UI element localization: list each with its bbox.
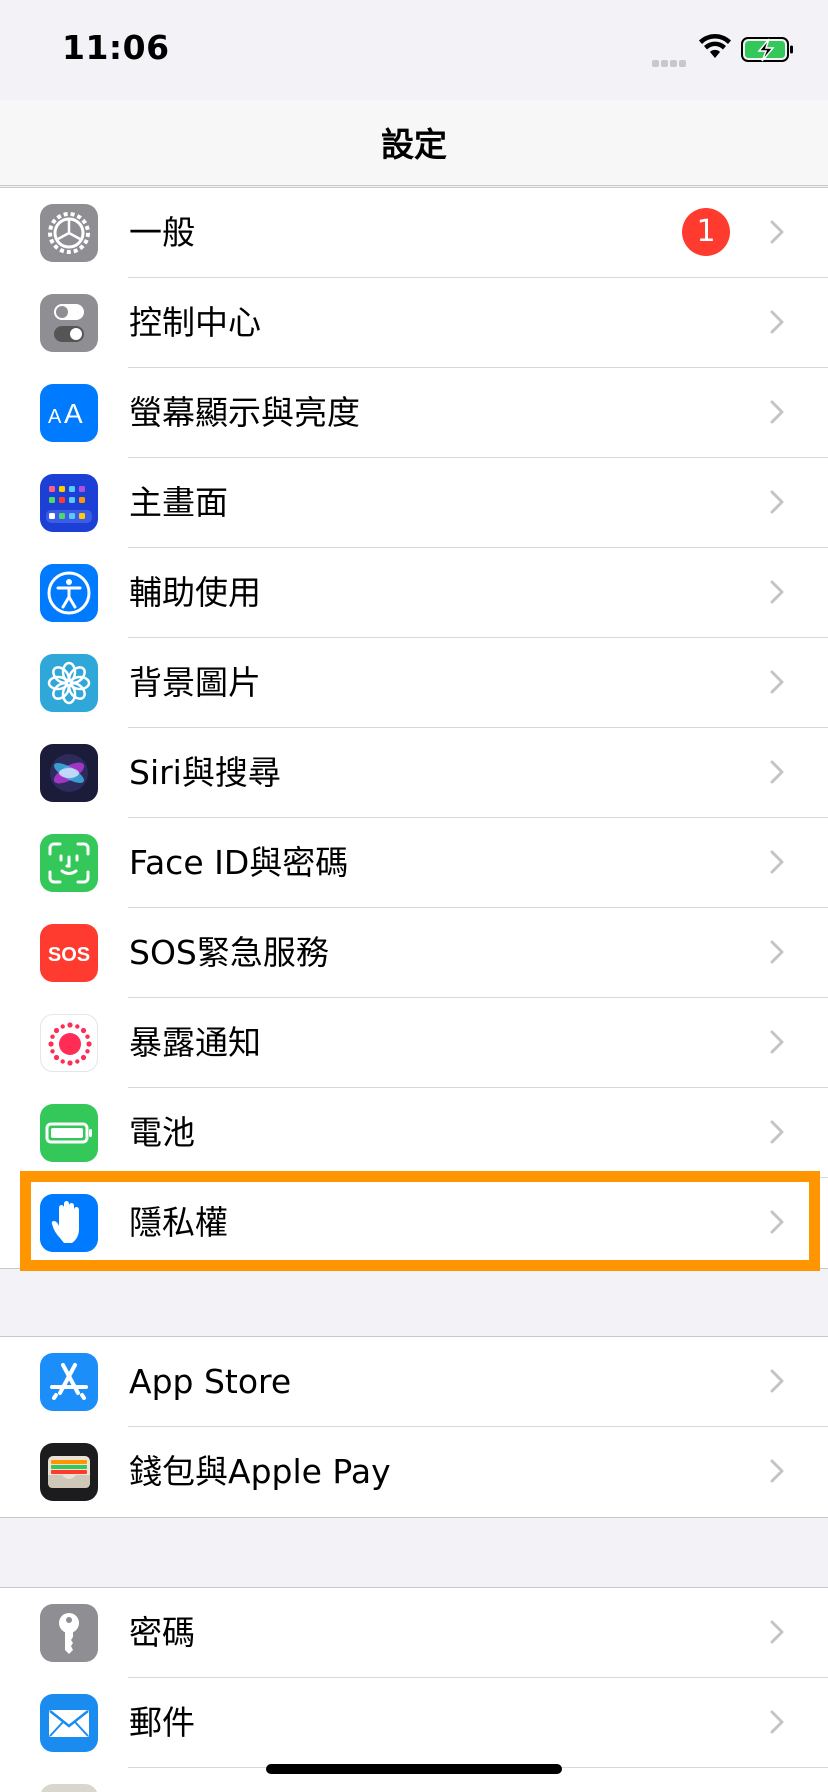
- settings-row-label: 輔助使用: [129, 573, 261, 612]
- settings-row-label: 一般: [129, 213, 195, 252]
- settings-row-label: 錢包與Apple Pay: [129, 1452, 391, 1491]
- settings-row-battery[interactable]: 電池: [0, 1088, 828, 1178]
- gear-icon: [40, 204, 98, 262]
- chevron-right-icon: [770, 578, 784, 610]
- settings-row-label: Face ID與密碼: [129, 843, 349, 882]
- toggles-icon: [40, 294, 98, 352]
- settings-row-label: 螢幕顯示與亮度: [129, 393, 360, 432]
- settings-row-wallet[interactable]: 錢包與Apple Pay: [0, 1427, 828, 1517]
- settings-row-label: 郵件: [129, 1703, 195, 1742]
- face-id-icon: [40, 834, 98, 892]
- chevron-right-icon: [770, 1618, 784, 1650]
- highlight-box: [20, 1171, 820, 1271]
- settings-row-label: 控制中心: [129, 303, 261, 342]
- settings-row-accessibility[interactable]: 輔助使用: [0, 548, 828, 638]
- chevron-right-icon: [770, 758, 784, 790]
- chevron-right-icon: [770, 1367, 784, 1399]
- settings-group-general: 一般 控制中心 A A 螢幕顯示與亮度 主畫面 輔助使用 背景圖片 Siri與搜…: [0, 187, 828, 1269]
- exposure-icon: [40, 1014, 98, 1072]
- settings-row-wallpaper[interactable]: 背景圖片: [0, 638, 828, 728]
- status-bar: 11:06: [0, 0, 828, 100]
- chevron-right-icon: [770, 308, 784, 340]
- settings-group-accounts: 密碼 郵件: [0, 1587, 828, 1792]
- settings-row-display-brightness[interactable]: A A 螢幕顯示與亮度: [0, 368, 828, 458]
- app-icon: [40, 1784, 98, 1792]
- settings-row-home-screen[interactable]: 主畫面: [0, 458, 828, 548]
- settings-row-passwords[interactable]: 密碼: [0, 1588, 828, 1678]
- settings-row-face-id-passcode[interactable]: Face ID與密碼: [0, 818, 828, 908]
- home-indicator[interactable]: [266, 1764, 562, 1774]
- settings-row-label: 暴露通知: [129, 1023, 261, 1062]
- settings-group-store: App Store 錢包與Apple Pay: [0, 1336, 828, 1518]
- status-time: 11:06: [62, 28, 170, 67]
- settings-row-label: 電池: [129, 1113, 195, 1152]
- sos-icon: SOS: [40, 924, 98, 982]
- svg-text:SOS: SOS: [48, 944, 90, 966]
- chevron-right-icon: [770, 488, 784, 520]
- accessibility-icon: [40, 564, 98, 622]
- key-icon: [40, 1604, 98, 1662]
- mail-icon: [40, 1694, 98, 1752]
- settings-row-app-store[interactable]: App Store: [0, 1337, 828, 1427]
- cellular-signal-icon: [652, 52, 690, 67]
- settings-row-control-center[interactable]: 控制中心: [0, 278, 828, 368]
- chevron-right-icon: [770, 218, 784, 250]
- settings-row-label: 背景圖片: [129, 663, 261, 702]
- chevron-right-icon: [770, 1457, 784, 1489]
- settings-row-label: 密碼: [129, 1613, 195, 1652]
- flower-icon: [40, 654, 98, 712]
- settings-row-label: Siri與搜尋: [129, 753, 281, 792]
- text-size-icon: A A: [40, 384, 98, 442]
- battery-icon: [40, 1104, 98, 1162]
- settings-row-siri-search[interactable]: Siri與搜尋: [0, 728, 828, 818]
- chevron-right-icon: [770, 1708, 784, 1740]
- chevron-right-icon: [770, 848, 784, 880]
- navigation-bar: 設定: [0, 100, 828, 186]
- settings-row-label: SOS緊急服務: [129, 933, 329, 972]
- settings-row-label: App Store: [129, 1362, 292, 1401]
- page-title: 設定: [381, 125, 447, 164]
- battery-charging-icon: [741, 37, 795, 67]
- app-store-icon: [40, 1353, 98, 1411]
- settings-row-label: 主畫面: [129, 483, 228, 522]
- settings-row-emergency-sos[interactable]: SOS SOS緊急服務: [0, 908, 828, 998]
- svg-text:A: A: [64, 398, 83, 429]
- wifi-icon: [698, 34, 732, 64]
- chevron-right-icon: [770, 1028, 784, 1060]
- settings-row-exposure-notifications[interactable]: 暴露通知: [0, 998, 828, 1088]
- chevron-right-icon: [770, 938, 784, 970]
- svg-text:A: A: [48, 406, 62, 428]
- wallet-icon: [40, 1443, 98, 1501]
- chevron-right-icon: [770, 398, 784, 430]
- chevron-right-icon: [770, 668, 784, 700]
- siri-icon: [40, 744, 98, 802]
- notification-badge: 1: [682, 208, 730, 256]
- settings-row-mail[interactable]: 郵件: [0, 1678, 828, 1768]
- home-grid-icon: [40, 474, 98, 532]
- chevron-right-icon: [770, 1118, 784, 1150]
